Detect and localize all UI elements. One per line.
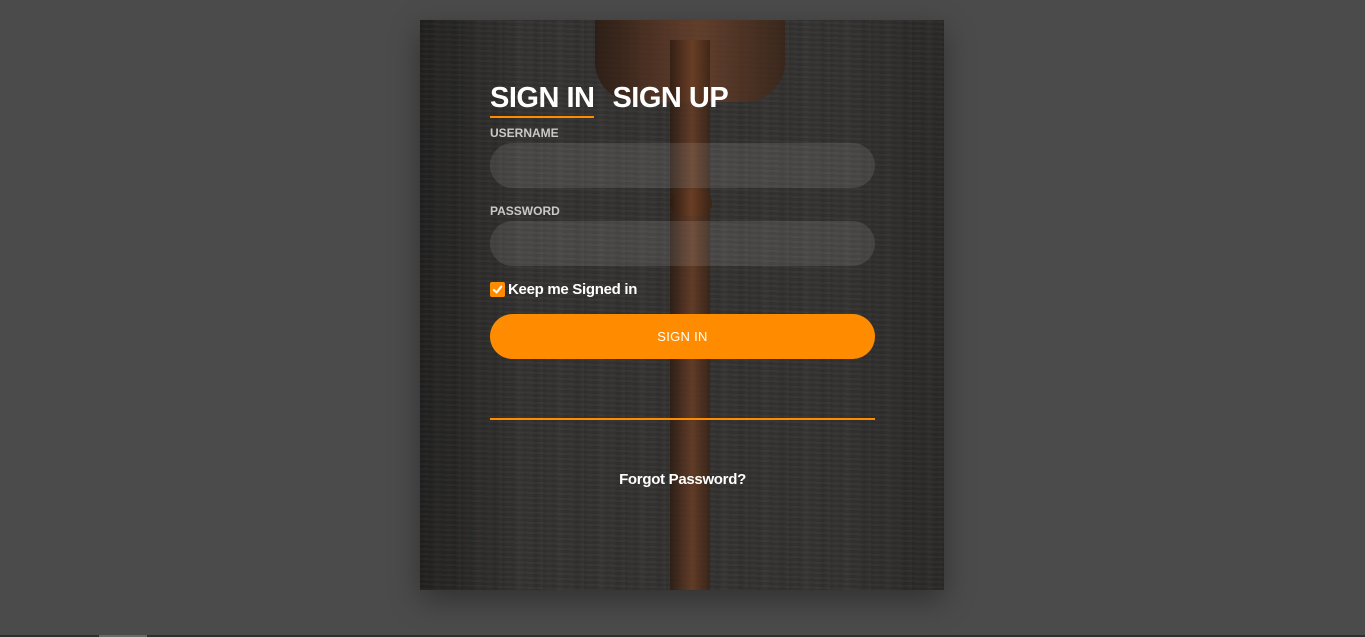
tab-sign-up[interactable]: SIGN UP (612, 82, 728, 118)
auth-tabs: SIGN IN SIGN UP (490, 82, 729, 118)
username-label: USERNAME (490, 126, 559, 140)
keep-signed-in-label: Keep me Signed in (508, 281, 638, 298)
login-card: SIGN IN SIGN UP USERNAME PASSWORD Keep m… (420, 20, 944, 590)
checkmark-icon (492, 285, 503, 294)
sign-in-button[interactable]: SIGN IN (490, 314, 875, 359)
divider-line (490, 418, 875, 420)
tab-sign-in[interactable]: SIGN IN (490, 82, 595, 118)
username-input[interactable] (490, 143, 875, 188)
page: SIGN IN SIGN UP USERNAME PASSWORD Keep m… (0, 0, 1365, 637)
keep-signed-in-row[interactable]: Keep me Signed in (490, 281, 637, 298)
password-label: PASSWORD (490, 204, 560, 218)
keep-signed-in-checkbox[interactable] (490, 282, 505, 297)
password-input[interactable] (490, 221, 875, 266)
login-form: SIGN IN SIGN UP USERNAME PASSWORD Keep m… (490, 20, 875, 590)
forgot-password-link[interactable]: Forgot Password? (490, 471, 875, 488)
